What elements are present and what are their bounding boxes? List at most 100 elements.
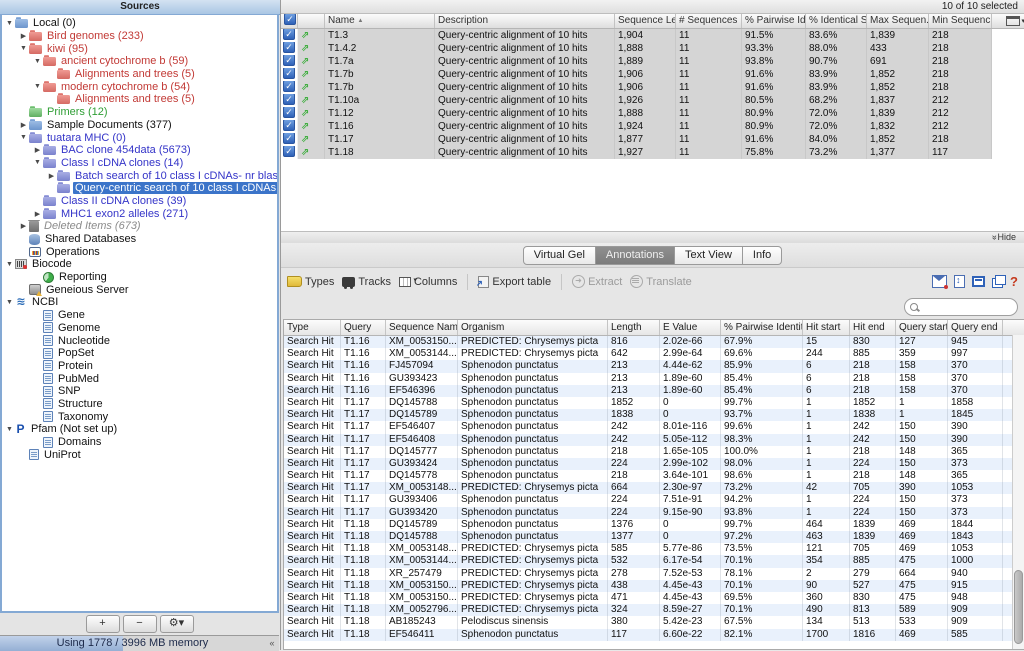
expanded-arrow-icon[interactable]: ▼	[18, 45, 29, 52]
checkbox-checked-icon[interactable]: ✓	[283, 94, 295, 105]
document-row[interactable]: ✓ ⇗ T1.7b Query-centric alignment of 10 …	[281, 81, 1024, 94]
tree-item-pfam[interactable]: ▼PPfam (Not set up)	[2, 423, 277, 436]
column-header-hit-start[interactable]: Hit start	[803, 320, 850, 335]
annotation-row[interactable]: Search Hit T1.17 EF546407 Sphenodon punc…	[284, 421, 1024, 433]
tree-item-shared-databases[interactable]: Shared Databases	[2, 233, 277, 246]
column-header-sequence-name[interactable]: Sequence Name	[386, 320, 458, 335]
document-row[interactable]: ✓ ⇗ T1.17 Query-centric alignment of 10 …	[281, 133, 1024, 146]
tree-item-bird-genomes[interactable]: ▶Bird genomes (233)	[2, 30, 277, 43]
gear-menu-button[interactable]: ⚙▾	[160, 615, 194, 633]
tree-item-ancient-cytochrome[interactable]: ▼ancient cytochrome b (59)	[2, 55, 277, 68]
annotation-row[interactable]: Search Hit T1.17 DQ145778 Sphenodon punc…	[284, 470, 1024, 482]
annotation-row[interactable]: Search Hit T1.17 DQ145789 Sphenodon punc…	[284, 409, 1024, 421]
expanded-arrow-icon[interactable]: ▼	[32, 159, 43, 166]
annotation-row[interactable]: Search Hit T1.18 AB185243 Pelodiscus sin…	[284, 616, 1024, 628]
collapsed-arrow-icon[interactable]: ▶	[46, 172, 57, 180]
annotation-row[interactable]: Search Hit T1.17 DQ145788 Sphenodon punc…	[284, 397, 1024, 409]
column-header-pairwise-identity[interactable]: % Pairwise Identity	[721, 320, 803, 335]
tree-item-query-centric-search[interactable]: Query-centric search of 10 class I cDNAs…	[2, 182, 277, 195]
checkbox-checked-icon[interactable]: ✓	[283, 68, 295, 79]
annotation-row[interactable]: Search Hit T1.17 DQ145777 Sphenodon punc…	[284, 446, 1024, 458]
tab-text-view[interactable]: Text View	[675, 246, 743, 265]
annotation-row[interactable]: Search Hit T1.17 GU393406 Sphenodon punc…	[284, 494, 1024, 506]
annotation-row[interactable]: Search Hit T1.17 EF546408 Sphenodon punc…	[284, 434, 1024, 446]
tree-item-snp[interactable]: SNP	[2, 385, 277, 398]
checkbox-checked-icon[interactable]: ✓	[284, 14, 296, 25]
column-header-identical-sites[interactable]: % Identical Si...	[806, 14, 867, 28]
annotation-row[interactable]: Search Hit T1.18 DQ145788 Sphenodon punc…	[284, 531, 1024, 543]
tree-item-genome[interactable]: Genome	[2, 322, 277, 335]
tree-item-mhc1-exon2[interactable]: ▶MHC1 exon2 alleles (271)	[2, 207, 277, 220]
mail-icon[interactable]	[932, 275, 947, 288]
tree-item-class2-cdna[interactable]: Class II cDNA clones (39)	[2, 195, 277, 208]
tree-item-operations[interactable]: Operations	[2, 245, 277, 258]
checkbox-checked-icon[interactable]: ✓	[283, 107, 295, 118]
document-row[interactable]: ✓ ⇗ T1.7a Query-centric alignment of 10 …	[281, 55, 1024, 68]
document-row[interactable]: ✓ ⇗ T1.12 Query-centric alignment of 10 …	[281, 107, 1024, 120]
tree-item-structure[interactable]: Structure	[2, 398, 277, 411]
document-row[interactable]: ✓ ⇗ T1.10a Query-centric alignment of 10…	[281, 94, 1024, 107]
tree-item-gene[interactable]: Gene	[2, 309, 277, 322]
tree-item-uniprot[interactable]: UniProt	[2, 448, 277, 461]
help-button[interactable]: ?	[1010, 274, 1018, 289]
checkbox-checked-icon[interactable]: ✓	[283, 133, 295, 144]
tree-item-taxonomy[interactable]: Taxonomy	[2, 410, 277, 423]
collapsed-arrow-icon[interactable]: ▶	[32, 210, 43, 218]
annotation-row[interactable]: Search Hit T1.18 XM_0053144... PREDICTED…	[284, 555, 1024, 567]
column-header-query-start[interactable]: Query start	[896, 320, 948, 335]
annotation-row[interactable]: Search Hit T1.16 FJ457094 Sphenodon punc…	[284, 360, 1024, 372]
expand-rows-icon[interactable]	[954, 275, 965, 288]
types-button[interactable]: Types	[287, 276, 334, 288]
tab-virtual-gel[interactable]: Virtual Gel	[523, 246, 596, 265]
annotation-row[interactable]: Search Hit T1.16 XM_0053150... PREDICTED…	[284, 336, 1024, 348]
add-folder-button[interactable]: +	[86, 615, 120, 633]
tree-item-protein[interactable]: Protein	[2, 360, 277, 373]
document-row[interactable]: ✓ ⇗ T1.16 Query-centric alignment of 10 …	[281, 120, 1024, 133]
expanded-arrow-icon[interactable]: ▼	[18, 134, 29, 141]
column-header-organism[interactable]: Organism	[458, 320, 608, 335]
tree-item-sample-documents[interactable]: ▶Sample Documents (377)	[2, 119, 277, 132]
annotation-row[interactable]: Search Hit T1.18 XM_0053150... PREDICTED…	[284, 592, 1024, 604]
tracks-button[interactable]: Tracks	[342, 276, 391, 288]
annotation-row[interactable]: Search Hit T1.17 XM_0053148... PREDICTED…	[284, 482, 1024, 494]
tree-item-geneious-server[interactable]: Geneious Server	[2, 283, 277, 296]
tree-item-batch-search[interactable]: ▶Batch search of 10 class I cDNAs- nr bl…	[2, 169, 277, 182]
collapsed-arrow-icon[interactable]: ▶	[18, 32, 29, 40]
tree-item-pubmed[interactable]: PubMed	[2, 372, 277, 385]
column-header-num-sequences[interactable]: # Sequences	[676, 14, 742, 28]
tree-item-domains[interactable]: Domains	[2, 436, 277, 449]
expanded-arrow-icon[interactable]: ▼	[32, 83, 43, 90]
tree-item-alignments-trees-2[interactable]: Alignments and trees (5)	[2, 93, 277, 106]
annotation-row[interactable]: Search Hit T1.17 GU393424 Sphenodon punc…	[284, 458, 1024, 470]
search-input[interactable]	[904, 298, 1018, 316]
tab-info[interactable]: Info	[743, 246, 782, 265]
export-table-button[interactable]: Export table	[478, 276, 551, 288]
duplicate-window-icon[interactable]	[992, 278, 1003, 288]
checkbox-checked-icon[interactable]: ✓	[283, 55, 295, 66]
tree-item-class1-cdna[interactable]: ▼Class I cDNA clones (14)	[2, 157, 277, 170]
checkbox-checked-icon[interactable]: ✓	[283, 29, 295, 40]
tree-item-primers[interactable]: Primers (12)	[2, 106, 277, 119]
tree-item-bac-clone[interactable]: ▶BAC clone 454data (5673)	[2, 144, 277, 157]
column-header-sequence-length[interactable]: Sequence Le...	[615, 14, 676, 28]
column-header-description[interactable]: Description	[435, 14, 615, 28]
column-settings-icon[interactable]	[1006, 16, 1020, 26]
column-header-evalue[interactable]: E Value	[660, 320, 721, 335]
tree-item-modern-cytochrome[interactable]: ▼modern cytochrome b (54)	[2, 80, 277, 93]
collapsed-arrow-icon[interactable]: ▶	[18, 121, 29, 129]
tree-item-popset[interactable]: PopSet	[2, 347, 277, 360]
annotation-row[interactable]: Search Hit T1.16 XM_0053144... PREDICTED…	[284, 348, 1024, 360]
tree-item-kiwi[interactable]: ▼kiwi (95)	[2, 42, 277, 55]
annotation-row[interactable]: Search Hit T1.18 XR_257479 PREDICTED: Ch…	[284, 568, 1024, 580]
column-header-min-sequence[interactable]: Min Sequenc...	[929, 14, 992, 28]
column-header-name[interactable]: Name ▲	[325, 14, 435, 28]
column-header-max-sequence[interactable]: Max Sequen...	[867, 14, 929, 28]
document-row[interactable]: ✓ ⇗ T1.7b Query-centric alignment of 10 …	[281, 68, 1024, 81]
tab-annotations[interactable]: Annotations	[596, 246, 675, 265]
checkbox-checked-icon[interactable]: ✓	[283, 42, 295, 53]
column-header-type[interactable]: Type	[284, 320, 341, 335]
tree-item-nucleotide[interactable]: Nucleotide	[2, 334, 277, 347]
tree-item-biocode[interactable]: ▼Biocode	[2, 258, 277, 271]
expanded-arrow-icon[interactable]: ▼	[32, 58, 43, 65]
tree-item-local[interactable]: ▼Local (0)	[2, 17, 277, 30]
